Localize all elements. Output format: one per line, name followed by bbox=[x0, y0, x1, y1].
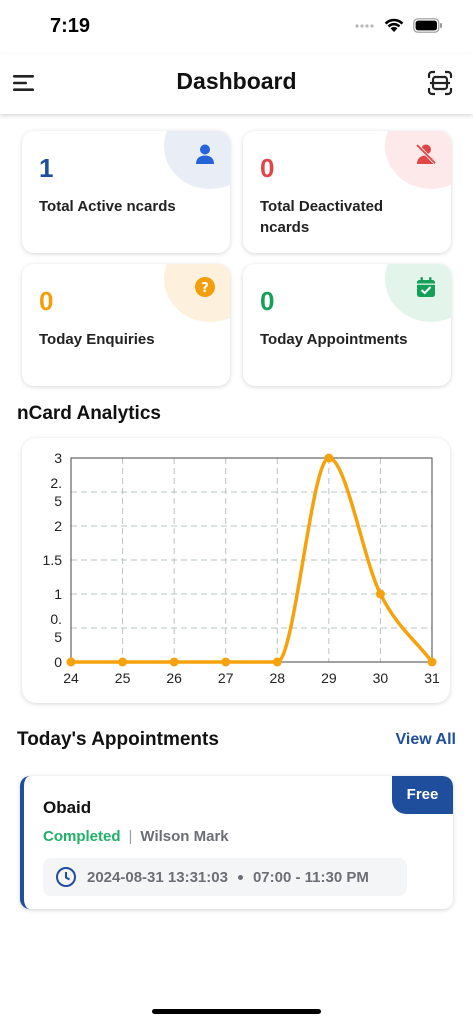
person-icon bbox=[196, 144, 214, 164]
stat-card-active-ncards[interactable]: 1 Total Active ncards bbox=[22, 131, 230, 253]
appointment-meta: Completed | Wilson Mark bbox=[43, 828, 229, 845]
free-badge: Free bbox=[392, 776, 453, 814]
x-tick-label: 28 bbox=[269, 670, 285, 686]
appointment-time-range: 07:00 - 11:30 PM bbox=[252, 868, 369, 886]
status-bar: 7:19 bbox=[0, 0, 473, 54]
status-icons bbox=[355, 18, 443, 33]
appointment-name: Obaid bbox=[43, 798, 92, 817]
data-point bbox=[375, 589, 385, 599]
y-tick-label: 1 bbox=[54, 586, 62, 602]
x-tick-label: 25 bbox=[115, 670, 131, 686]
question-icon: ? bbox=[195, 277, 215, 297]
deactivated-ncards-label: Total Deactivated ncards bbox=[260, 198, 384, 236]
active-ncards-label: Total Active ncards bbox=[39, 198, 176, 215]
appointment-time-box: 2024-08-31 13:31:03 07:00 - 11:30 PM bbox=[43, 858, 407, 896]
view-all-link[interactable]: View All bbox=[396, 731, 456, 749]
appointment-person: Wilson Mark bbox=[140, 828, 229, 845]
stat-card-today-appointments[interactable]: 0 Today Appointments bbox=[243, 264, 451, 386]
x-tick-label: 29 bbox=[321, 670, 337, 686]
y-tick-label: 3 bbox=[54, 450, 62, 466]
today-enquiries-count: 0 bbox=[39, 286, 54, 316]
wifi-icon bbox=[384, 18, 404, 32]
app-header: Dashboard bbox=[0, 54, 473, 114]
y-tick-label: 0. 5 bbox=[50, 611, 62, 645]
deactivated-ncards-count: 0 bbox=[260, 153, 275, 183]
x-tick-label: 31 bbox=[424, 670, 440, 686]
stat-card-today-enquiries[interactable]: ? 0 Today Enquiries bbox=[22, 264, 230, 386]
x-tick-label: 30 bbox=[373, 670, 389, 686]
y-tick-label: 1.5 bbox=[43, 552, 63, 568]
x-tick-label: 24 bbox=[63, 670, 79, 686]
home-indicator bbox=[152, 1009, 321, 1014]
appointments-title: Today's Appointments bbox=[17, 729, 219, 750]
active-ncards-count: 1 bbox=[39, 153, 54, 183]
x-tick-label: 27 bbox=[218, 670, 234, 686]
today-appointments-label: Today Appointments bbox=[260, 331, 408, 348]
clock-icon bbox=[56, 867, 76, 887]
svg-text:?: ? bbox=[201, 281, 209, 296]
separator: | bbox=[128, 828, 133, 845]
data-point bbox=[221, 657, 231, 667]
today-enquiries-label: Today Enquiries bbox=[39, 331, 155, 348]
data-point bbox=[169, 657, 179, 667]
scan-icon bbox=[427, 70, 453, 96]
dot-separator bbox=[237, 874, 243, 880]
y-tick-label: 0 bbox=[54, 654, 62, 670]
data-point bbox=[324, 453, 334, 463]
page-title: Dashboard bbox=[176, 68, 297, 94]
x-tick-label: 26 bbox=[166, 670, 182, 686]
status-time: 7:19 bbox=[50, 15, 91, 37]
today-appointments-count: 0 bbox=[260, 286, 275, 316]
y-tick-label: 2 bbox=[54, 518, 62, 534]
y-tick-label: 2. 5 bbox=[50, 475, 62, 509]
data-point bbox=[427, 657, 437, 667]
data-point bbox=[66, 657, 76, 667]
scan-button[interactable] bbox=[427, 70, 453, 96]
analytics-line-chart: 0 0. 5 1 1.5 2 2. 5 3 24 25 26 27 28 29 30 31 bbox=[43, 450, 440, 686]
signal-icon bbox=[355, 23, 374, 28]
appointment-card[interactable]: Obaid Completed | Wilson Mark Free 2024-… bbox=[20, 776, 453, 909]
battery-icon bbox=[413, 18, 442, 33]
data-point bbox=[272, 657, 282, 667]
appointment-status: Completed bbox=[43, 828, 121, 845]
analytics-title: nCard Analytics bbox=[17, 403, 161, 424]
data-point bbox=[118, 657, 128, 667]
analytics-chart-card: 0 0. 5 1 1.5 2 2. 5 3 24 25 26 27 28 29 30 31 bbox=[22, 438, 450, 703]
appointment-date: 2024-08-31 13:31:03 bbox=[87, 868, 228, 886]
calendar-check-icon bbox=[417, 277, 435, 297]
person-off-icon bbox=[415, 143, 437, 165]
stat-card-deactivated-ncards[interactable]: 0 Total Deactivated ncards bbox=[243, 131, 451, 253]
